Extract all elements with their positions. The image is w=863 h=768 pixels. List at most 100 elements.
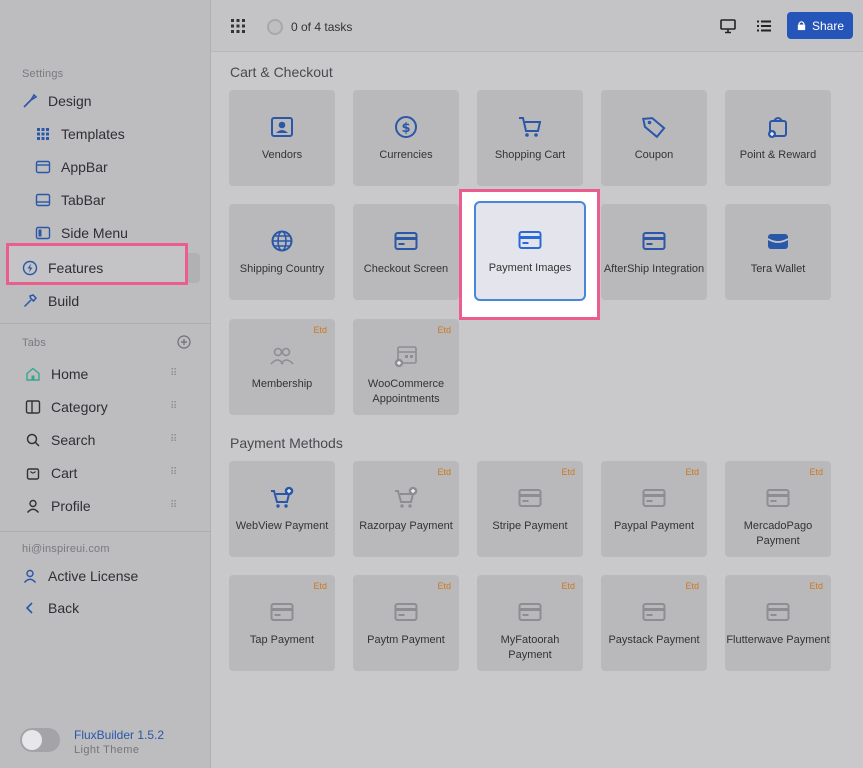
feature-card-aftership[interactable]: AfterShip Integration — [601, 204, 707, 300]
feature-card-paypal-payment[interactable]: Etd Paypal Payment — [601, 461, 707, 557]
card-label: Currencies — [379, 149, 433, 161]
feature-card-checkout-screen[interactable]: Checkout Screen — [353, 204, 459, 300]
etd-badge: Etd — [561, 581, 575, 591]
sidebar: Settings Design Templates AppBar TabBar … — [0, 0, 211, 768]
feature-card-flutterwave-payment[interactable]: Etd Flutterwave Payment — [725, 575, 831, 671]
feature-card-webview-payment[interactable]: WebView Payment — [229, 461, 335, 557]
feature-card-woocommerce-appointments[interactable]: Etd WooCommerce Appointments — [353, 319, 459, 415]
feature-card-stripe-payment[interactable]: Etd Stripe Payment — [477, 461, 583, 557]
sidebar-item-back[interactable]: Back — [22, 596, 79, 620]
credit-card-icon — [764, 599, 792, 625]
feature-card-myfatoorah-payment[interactable]: Etd MyFatoorah Payment — [477, 575, 583, 671]
feature-card-mercadopago-payment[interactable]: Etd MercadoPago Payment — [725, 461, 831, 557]
bag-icon — [25, 465, 41, 481]
feature-card-coupon[interactable]: Coupon — [601, 90, 707, 186]
credit-card-icon — [764, 485, 792, 511]
sidebar-item-label: TabBar — [61, 192, 106, 208]
sidebar-item-profile[interactable]: Profile — [25, 494, 91, 518]
sidebar-item-side-menu[interactable]: Side Menu — [35, 221, 128, 245]
feature-card-tera-wallet[interactable]: Tera Wallet — [725, 204, 831, 300]
lock-icon — [797, 21, 806, 31]
sidebar-item-templates[interactable]: Templates — [35, 122, 125, 146]
sidebar-item-label: Profile — [51, 498, 91, 514]
credit-card-icon — [640, 599, 668, 625]
cart-icon — [516, 114, 544, 140]
sidebar-item-label: Design — [48, 93, 92, 109]
cart-add-icon — [268, 485, 296, 511]
sidebar-item-label: Search — [51, 432, 96, 448]
apps-grid-icon[interactable] — [230, 18, 246, 34]
credit-card-icon — [268, 599, 296, 625]
drag-handle-icon[interactable]: ⠿ — [170, 500, 177, 511]
feature-card-currencies[interactable]: $ Currencies — [353, 90, 459, 186]
card-label: Checkout Screen — [363, 263, 449, 275]
sidebar-item-active-license[interactable]: Active License — [22, 564, 138, 588]
sidebar-item-search[interactable]: Search — [25, 428, 95, 452]
card-label: AfterShip Integration — [603, 263, 705, 275]
sidebar-item-build[interactable]: Build — [22, 289, 79, 313]
sidebar-item-design[interactable]: Design — [22, 89, 92, 113]
card-label: Flutterwave Payment — [726, 634, 830, 646]
theme-label: Light Theme — [74, 744, 140, 756]
drag-handle-icon[interactable]: ⠿ — [170, 434, 177, 445]
task-progress-icon[interactable] — [267, 19, 283, 35]
sidebar-item-label: Templates — [61, 126, 125, 142]
section-title-payment-methods: Payment Methods — [230, 435, 343, 451]
feature-card-paystack-payment[interactable]: Etd Paystack Payment — [601, 575, 707, 671]
wallet-icon — [764, 228, 792, 254]
sidebar-item-home[interactable]: Home — [25, 362, 88, 386]
search-icon — [25, 432, 41, 448]
etd-badge: Etd — [437, 325, 451, 335]
top-bar: 0 of 4 tasks Share — [211, 0, 863, 52]
drag-handle-icon[interactable]: ⠿ — [170, 368, 177, 379]
card-label: Membership — [251, 378, 313, 390]
home-icon — [25, 366, 41, 382]
feature-card-point-reward[interactable]: Point & Reward — [725, 90, 831, 186]
share-button[interactable]: Share — [787, 12, 853, 39]
feature-card-paytm-payment[interactable]: Etd Paytm Payment — [353, 575, 459, 671]
feature-card-membership[interactable]: Etd Membership — [229, 319, 335, 415]
card-label: Payment Images — [488, 262, 572, 274]
feature-card-razorpay-payment[interactable]: Etd Razorpay Payment — [353, 461, 459, 557]
etd-badge: Etd — [561, 467, 575, 477]
user-icon — [22, 568, 38, 584]
drag-handle-icon[interactable]: ⠿ — [170, 401, 177, 412]
chevron-left-icon — [22, 600, 38, 616]
sidebar-item-tabbar[interactable]: TabBar — [35, 188, 105, 212]
tabs-section-label: Tabs — [22, 337, 47, 349]
calendar-icon — [392, 343, 420, 369]
credit-card-icon — [392, 228, 420, 254]
etd-badge: Etd — [685, 581, 699, 591]
list-view-icon[interactable] — [755, 17, 773, 35]
desktop-preview-icon[interactable] — [719, 17, 737, 35]
svg-text:$: $ — [401, 121, 410, 136]
sidebar-item-appbar[interactable]: AppBar — [35, 155, 108, 179]
sidebar-item-category[interactable]: Category — [25, 395, 108, 419]
card-label: Tap Payment — [249, 634, 315, 646]
card-label: Stripe Payment — [492, 520, 568, 532]
feature-card-payment-images[interactable]: Payment Images — [474, 201, 586, 301]
card-label: WooCommerce Appointments — [367, 378, 445, 405]
sidebar-item-label: Back — [48, 600, 80, 616]
add-tab-icon[interactable] — [177, 335, 191, 349]
drag-handle-icon[interactable]: ⠿ — [170, 467, 177, 478]
feature-card-tap-payment[interactable]: Etd Tap Payment — [229, 575, 335, 671]
sidebar-item-label: Features — [48, 260, 104, 276]
settings-section-label: Settings — [22, 68, 64, 80]
feature-card-shipping-country[interactable]: Shipping Country — [229, 204, 335, 300]
card-label: Point & Reward — [739, 149, 817, 161]
feature-card-vendors[interactable]: Vendors — [229, 90, 335, 186]
card-label: WebView Payment — [235, 520, 329, 532]
card-label: Vendors — [261, 149, 303, 161]
task-progress-text[interactable]: 0 of 4 tasks — [291, 20, 352, 34]
etd-badge: Etd — [313, 581, 327, 591]
sidebar-item-label: Build — [48, 293, 80, 309]
card-label: Tera Wallet — [750, 263, 806, 275]
side-menu-icon — [35, 225, 51, 241]
theme-toggle[interactable] — [20, 728, 60, 752]
sidebar-item-cart[interactable]: Cart — [25, 461, 77, 485]
dollar-icon: $ — [392, 114, 420, 140]
sidebar-divider — [0, 531, 210, 532]
feature-card-shopping-cart[interactable]: Shopping Cart — [477, 90, 583, 186]
sidebar-item-features[interactable]: Features — [22, 256, 103, 280]
